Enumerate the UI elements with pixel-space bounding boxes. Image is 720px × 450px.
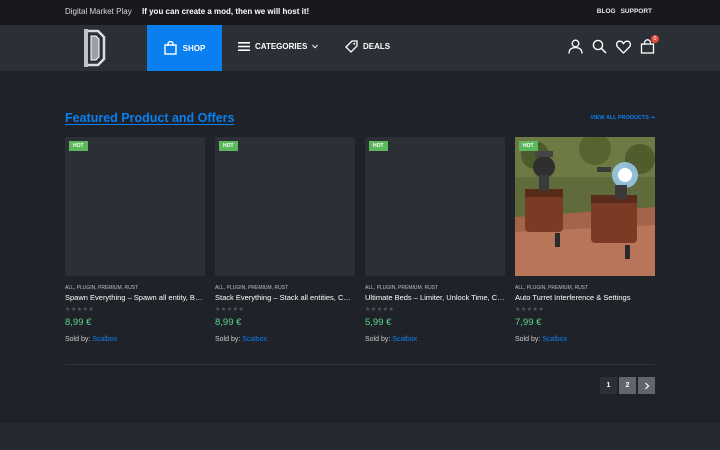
sold-by: Sold by: Scalbox xyxy=(515,336,567,343)
blog-link[interactable]: BLOG xyxy=(597,8,616,15)
rating-stars: ★★★★★ xyxy=(365,307,395,313)
section-divider xyxy=(65,364,655,365)
rating-stars: ★★★★★ xyxy=(65,307,95,313)
product-card[interactable]: HOT ALL, PLUGIN, PREMIUM, RUST Spawn Eve… xyxy=(65,137,205,352)
cart-count-badge: 0 xyxy=(651,35,659,43)
product-card[interactable]: HOT ALL, PLUGIN, PREMIUM, RUST Stack Eve… xyxy=(215,137,355,352)
hot-badge: HOT xyxy=(219,141,238,151)
product-price: 5,99 € xyxy=(365,317,392,328)
next-page-button[interactable] xyxy=(638,377,655,394)
product-card[interactable]: HOT ALL, PLUGIN, PREMIUM, RUST Ultimate … xyxy=(365,137,505,352)
product-price: 8,99 € xyxy=(215,317,242,328)
sold-by-label: Sold by: xyxy=(65,336,91,343)
page-1[interactable]: 1 xyxy=(600,377,617,394)
product-card[interactable]: HOT ALL, PLUGIN, PREMIUM, RUST Auto Turr… xyxy=(515,137,655,352)
account-button[interactable] xyxy=(568,38,583,55)
site-brand-text: Digital Market Play xyxy=(65,7,132,16)
featured-section-title[interactable]: Featured Product and Offers xyxy=(65,111,234,125)
rating-stars: ★★★★★ xyxy=(215,307,245,313)
page-2[interactable]: 2 xyxy=(619,377,636,394)
nav-shop-button[interactable]: SHOP xyxy=(147,25,222,71)
product-name[interactable]: Spawn Everything – Spawn all entity, Bui… xyxy=(65,293,205,302)
product-price: 7,99 € xyxy=(515,317,542,328)
nav-shop-label: SHOP xyxy=(182,43,206,53)
top-links: BLOG SUPPORT xyxy=(597,8,652,15)
sold-by: Sold by: Scalbox xyxy=(65,336,117,343)
seller-link[interactable]: Scalbox xyxy=(242,336,267,343)
product-categories[interactable]: ALL, PLUGIN, PREMIUM, RUST xyxy=(215,285,288,291)
user-icon xyxy=(568,39,583,54)
search-button[interactable] xyxy=(592,38,607,55)
view-all-products-link[interactable]: VIEW ALL PRODUCTS ➞ xyxy=(591,115,656,121)
turret-photo-icon xyxy=(515,137,655,276)
sold-by: Sold by: Scalbox xyxy=(365,336,417,343)
product-image[interactable]: HOT xyxy=(515,137,655,276)
hot-badge: HOT xyxy=(369,141,388,151)
hot-badge: HOT xyxy=(69,141,88,151)
tag-icon xyxy=(345,40,358,53)
product-name[interactable]: Auto Turret Interference & Settings xyxy=(515,293,655,302)
menu-list-icon xyxy=(238,42,250,51)
header-actions: 0 xyxy=(568,35,659,55)
product-image[interactable]: HOT xyxy=(215,137,355,276)
cart-button[interactable]: 0 xyxy=(640,35,659,55)
sold-by: Sold by: Scalbox xyxy=(215,336,267,343)
nav-categories-label: CATEGORIES xyxy=(255,42,308,51)
shopping-bag-icon xyxy=(163,41,177,55)
pagination: 1 2 xyxy=(600,377,655,394)
seller-link[interactable]: Scalbox xyxy=(92,336,117,343)
sold-by-label: Sold by: xyxy=(515,336,541,343)
nav-deals-button[interactable]: DEALS xyxy=(345,40,390,53)
product-price: 8,99 € xyxy=(65,317,92,328)
seller-link[interactable]: Scalbox xyxy=(542,336,567,343)
sold-by-label: Sold by: xyxy=(215,336,241,343)
wishlist-button[interactable] xyxy=(616,38,631,55)
product-name[interactable]: Stack Everything – Stack all entities, C… xyxy=(215,293,355,302)
product-grid: HOT ALL, PLUGIN, PREMIUM, RUST Spawn Eve… xyxy=(65,137,655,352)
chevron-right-icon xyxy=(644,382,649,389)
seller-link[interactable]: Scalbox xyxy=(392,336,417,343)
main-navbar: SHOP CATEGORIES DEALS 0 xyxy=(0,25,720,71)
product-categories[interactable]: ALL, PLUGIN, PREMIUM, RUST xyxy=(65,285,138,291)
site-logo[interactable] xyxy=(83,27,107,69)
search-icon xyxy=(592,39,607,54)
product-categories[interactable]: ALL, PLUGIN, PREMIUM, RUST xyxy=(515,285,588,291)
chevron-down-icon xyxy=(312,44,319,49)
product-image[interactable]: HOT xyxy=(65,137,205,276)
product-name[interactable]: Ultimate Beds – Limiter, Unlock Time, Co… xyxy=(365,293,505,302)
support-link[interactable]: SUPPORT xyxy=(621,8,652,15)
product-image[interactable]: HOT xyxy=(365,137,505,276)
heart-icon xyxy=(616,40,631,54)
rating-stars: ★★★★★ xyxy=(515,307,545,313)
nav-deals-label: DEALS xyxy=(363,42,391,51)
sold-by-label: Sold by: xyxy=(365,336,391,343)
footer-bar xyxy=(0,423,720,450)
promo-text: If you can create a mod, then we will ho… xyxy=(142,7,310,16)
hot-badge: HOT xyxy=(519,141,538,151)
logo-icon xyxy=(84,29,106,67)
top-bar: Digital Market Play If you can create a … xyxy=(0,0,720,25)
nav-categories-button[interactable]: CATEGORIES xyxy=(238,41,319,52)
product-categories[interactable]: ALL, PLUGIN, PREMIUM, RUST xyxy=(365,285,438,291)
